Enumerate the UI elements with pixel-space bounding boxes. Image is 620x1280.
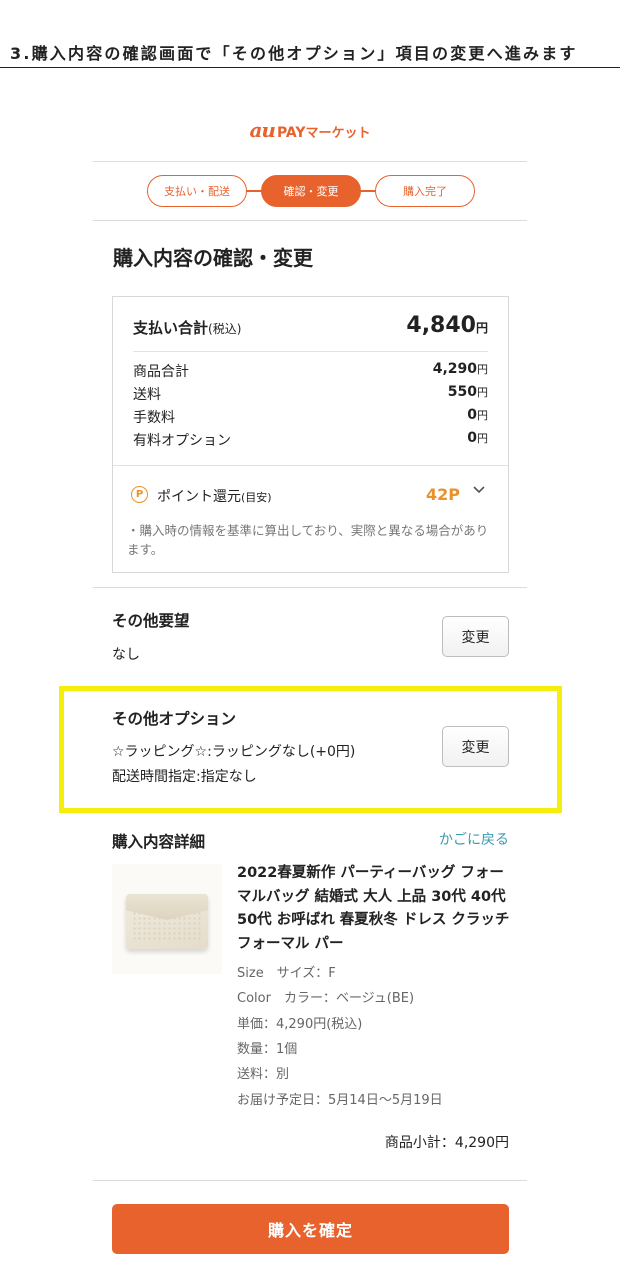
instruction-heading: 3.購入内容の確認画面で「その他オプション」項目の変更へ進みます <box>0 0 620 68</box>
row-value: 0円 <box>467 430 488 446</box>
product-subtotal: 商品小計：4,290円 <box>384 1135 509 1151</box>
row-label: 商品合計 <box>133 364 189 380</box>
total-value: 4,840円 <box>406 313 488 338</box>
points-label-sub: (目安) <box>241 491 272 504</box>
page-title: 購入内容の確認・変更 <box>113 246 313 270</box>
other-requests-title: その他要望 <box>112 612 190 630</box>
product-attribute: Color カラー：ベージュ(BE) <box>237 991 415 1006</box>
yen-unit: 円 <box>477 432 488 445</box>
summary-row: 送料 550円 <box>133 384 488 407</box>
points-note: ・購入時の情報を基準に算出しており、実際と異なる場合があります。 <box>127 523 489 557</box>
product-attribute: 送料：別 <box>237 1067 290 1082</box>
confirm-purchase-button[interactable]: 購入を確定 <box>112 1204 509 1254</box>
step-payment-shipping: 支払い・配送 <box>147 175 247 207</box>
divider <box>113 465 508 466</box>
row-value: 0円 <box>467 407 488 423</box>
divider <box>93 161 527 162</box>
divider <box>93 1180 527 1181</box>
step-confirm-change: 確認・変更 <box>261 175 361 207</box>
other-options-title: その他オプション <box>112 710 237 728</box>
points-value: 42P <box>426 485 460 504</box>
row-amount: 550 <box>447 384 477 400</box>
back-to-cart-link[interactable]: かごに戻る <box>439 829 509 849</box>
product-attribute: 数量：1個 <box>237 1042 298 1057</box>
yen-unit: 円 <box>477 363 488 376</box>
au-pay-market-logo[interactable]: au PAYマーケット <box>0 118 620 142</box>
delivery-time-option: 配送時間指定:指定なし <box>112 769 257 785</box>
points-label-text: ポイント還元 <box>157 489 241 505</box>
summary-row: 手数料 0円 <box>133 407 488 430</box>
purchase-details-title: 購入内容詳細 <box>112 833 206 851</box>
row-label: 有料オプション <box>133 433 231 449</box>
other-options-change-button[interactable]: 変更 <box>442 726 509 767</box>
row-amount: 0 <box>467 407 477 423</box>
other-requests-value: なし <box>112 647 140 663</box>
divider <box>93 587 527 588</box>
summary-row: 商品合計 4,290円 <box>133 361 488 384</box>
row-amount: 4,290 <box>432 361 477 377</box>
product-attribute: Size サイズ：F <box>237 966 336 981</box>
instruction-heading-text: 3.購入内容の確認画面で「その他オプション」項目の変更へ進みます <box>10 44 578 63</box>
clutch-bag-shape <box>126 894 208 949</box>
row-amount: 0 <box>467 430 477 446</box>
row-label: 送料 <box>133 387 161 403</box>
yen-unit: 円 <box>477 409 488 422</box>
total-tax-note: (税込) <box>208 322 242 336</box>
total-label: 支払い合計(税込) <box>133 317 241 338</box>
chevron-down-icon[interactable] <box>472 483 486 500</box>
payment-summary-card: 支払い合計(税込) 4,840円 商品合計 4,290円 送料 550円 手数料 0円… <box>112 296 509 573</box>
row-label: 手数料 <box>133 410 175 426</box>
yen-unit: 円 <box>475 321 488 335</box>
product-attribute: お届け予定日：5月14日〜5月19日 <box>237 1093 443 1108</box>
product-image[interactable] <box>112 864 222 974</box>
checkout-steps: 支払い・配送 確認・変更 購入完了 <box>147 175 475 207</box>
product-name[interactable]: 2022春夏新作 パーティーバッグ フォーマルバッグ 結婚式 大人 上品 30代… <box>237 862 510 956</box>
row-value: 4,290円 <box>433 361 488 377</box>
divider <box>133 351 488 352</box>
points-label: ポイント還元(目安) <box>157 486 272 506</box>
total-label-text: 支払い合計 <box>133 319 209 337</box>
logo-au: au <box>249 118 275 142</box>
logo-market: マーケット <box>305 126 371 141</box>
yen-unit: 円 <box>477 386 488 399</box>
logo-pay: PAY <box>276 125 306 141</box>
point-circle-icon: P <box>131 486 148 503</box>
divider <box>93 220 527 221</box>
step-purchase-complete: 購入完了 <box>375 175 475 207</box>
summary-row: 有料オプション 0円 <box>133 430 488 453</box>
wrapping-option: ☆ラッピング☆:ラッピングなし(+0円) <box>112 744 356 760</box>
total-amount: 4,840 <box>406 313 476 338</box>
other-requests-change-button[interactable]: 変更 <box>442 616 509 657</box>
row-value: 550円 <box>448 384 488 400</box>
product-attribute: 単価：4,290円(税込) <box>237 1017 363 1032</box>
